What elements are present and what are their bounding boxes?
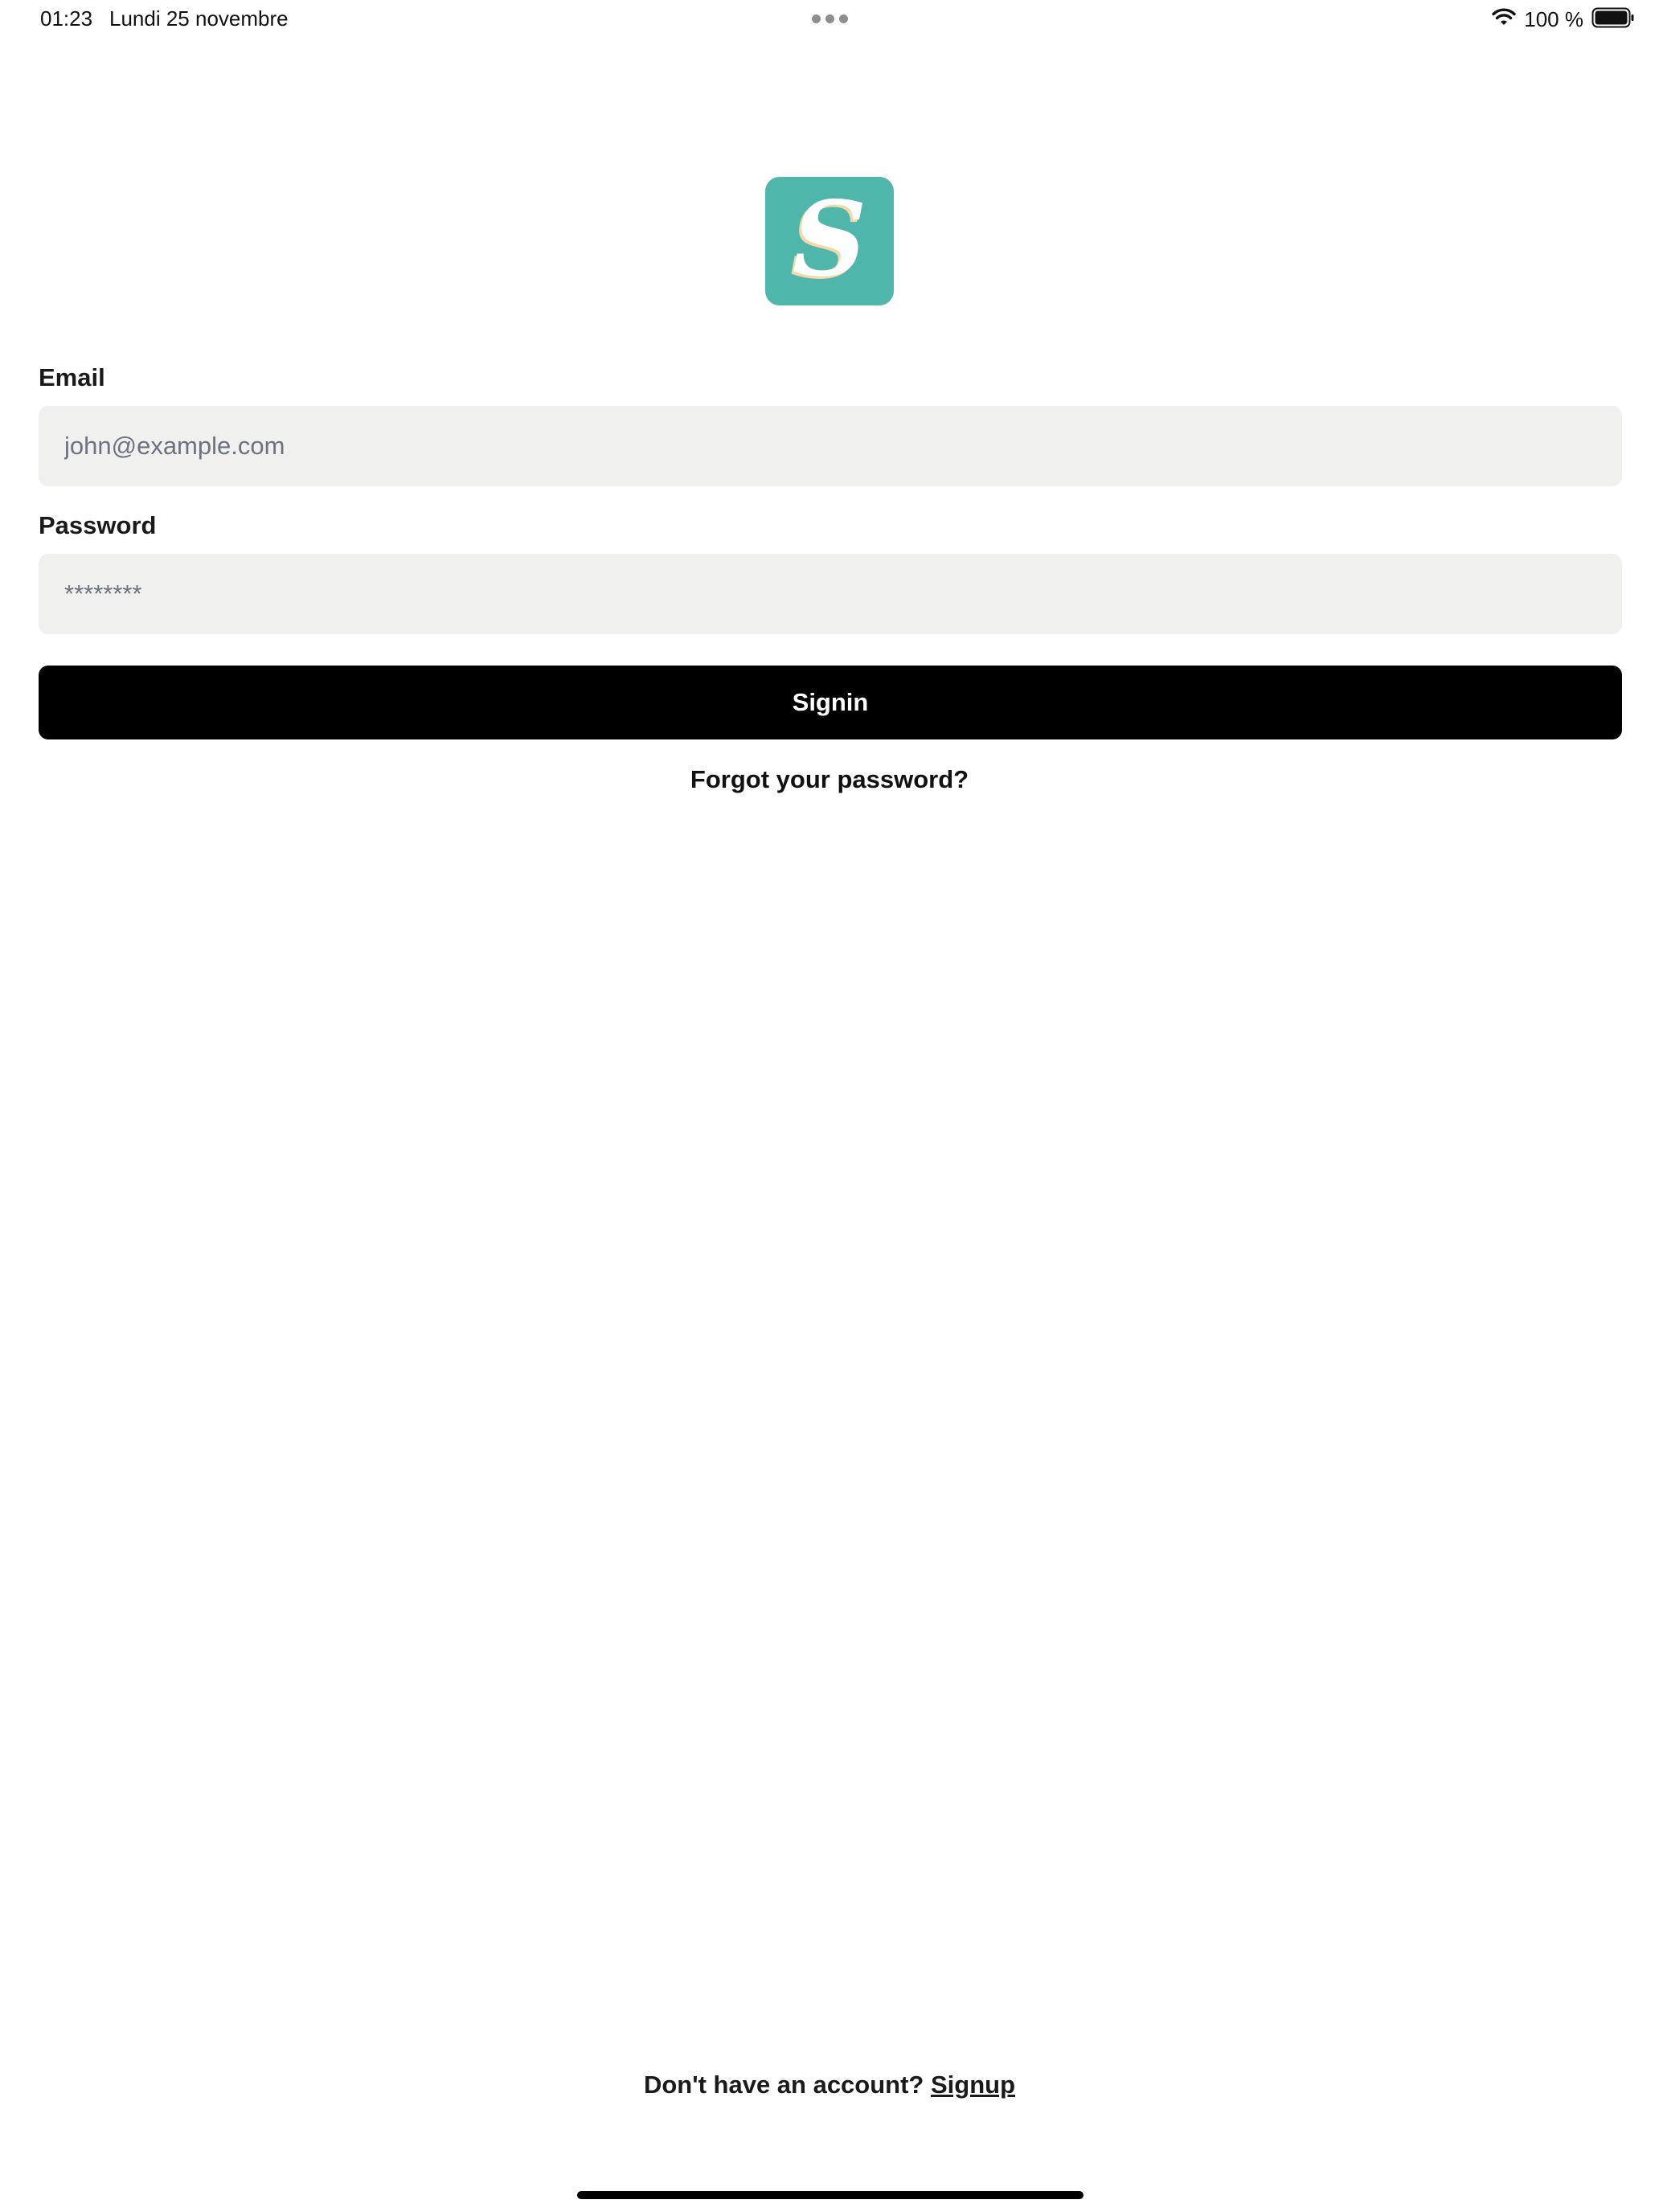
wifi-icon bbox=[1492, 8, 1516, 31]
multitasking-dots-icon[interactable] bbox=[812, 14, 848, 23]
forgot-password-link[interactable]: Forgot your password? bbox=[0, 765, 1659, 794]
signin-button[interactable]: Signin bbox=[39, 666, 1622, 739]
battery-percent: 100 % bbox=[1524, 6, 1583, 31]
app-logo: S bbox=[765, 177, 894, 305]
no-account-text: Don't have an account? bbox=[643, 2071, 931, 2099]
email-label: Email bbox=[39, 363, 105, 391]
signup-prompt: Don't have an account? Signup bbox=[0, 2071, 1659, 2099]
status-time: 01:23 bbox=[40, 6, 93, 31]
signin-screen: 01:23 Lundi 25 novembre 100 % S Email jo… bbox=[0, 0, 1659, 2212]
signup-link[interactable]: Signup bbox=[931, 2071, 1015, 2099]
battery-icon bbox=[1591, 7, 1635, 32]
status-date: Lundi 25 novembre bbox=[109, 6, 289, 31]
password-field[interactable] bbox=[39, 554, 1622, 634]
password-label: Password bbox=[39, 511, 157, 539]
status-bar: 01:23 Lundi 25 novembre 100 % bbox=[0, 0, 1659, 39]
email-field[interactable] bbox=[39, 406, 1622, 486]
status-indicators: 100 % bbox=[1492, 5, 1635, 34]
app-logo-letter: S bbox=[792, 179, 867, 300]
home-indicator[interactable] bbox=[577, 2191, 1083, 2199]
